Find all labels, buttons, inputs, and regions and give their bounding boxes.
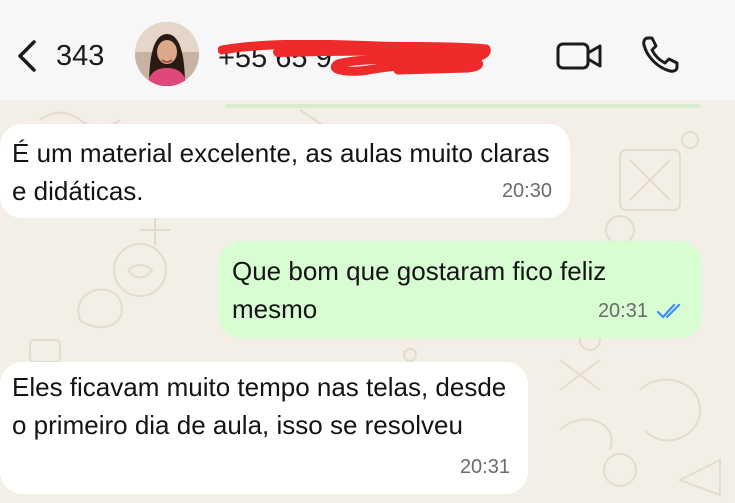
message-meta: 20:31 (460, 448, 510, 486)
double-check-icon (656, 303, 681, 319)
contact-name[interactable]: +55 65 9 (218, 40, 493, 76)
avatar-image (135, 22, 199, 86)
message-meta: 20:31 (598, 292, 684, 330)
unread-count: 343 (56, 39, 105, 72)
message-time: 20:31 (459, 456, 510, 478)
message-meta: 20:30 (502, 172, 552, 210)
chat-header: 343 +55 65 9 (0, 0, 735, 100)
voice-call-button[interactable] (638, 33, 682, 77)
back-button[interactable]: 343 (14, 36, 104, 76)
phone-icon (642, 36, 679, 73)
message-text: É um material excelente, as aulas muito … (12, 138, 550, 206)
avatar[interactable] (135, 22, 199, 86)
message-bubble-outgoing[interactable]: Que bom que gostaram fico feliz mesmo 20… (218, 241, 702, 338)
message-time: 20:30 (501, 180, 552, 202)
video-call-button[interactable] (555, 38, 605, 74)
redaction-mark (218, 40, 491, 76)
message-bubble-incoming[interactable]: É um material excelente, as aulas muito … (0, 124, 570, 218)
chevron-left-icon (18, 40, 36, 72)
message-time: 20:31 (597, 300, 648, 322)
message-bubble-incoming[interactable]: Eles ficavam muito tempo nas telas, desd… (0, 362, 528, 494)
video-camera-icon (556, 42, 602, 70)
message-text: Eles ficavam muito tempo nas telas, desd… (12, 372, 507, 440)
